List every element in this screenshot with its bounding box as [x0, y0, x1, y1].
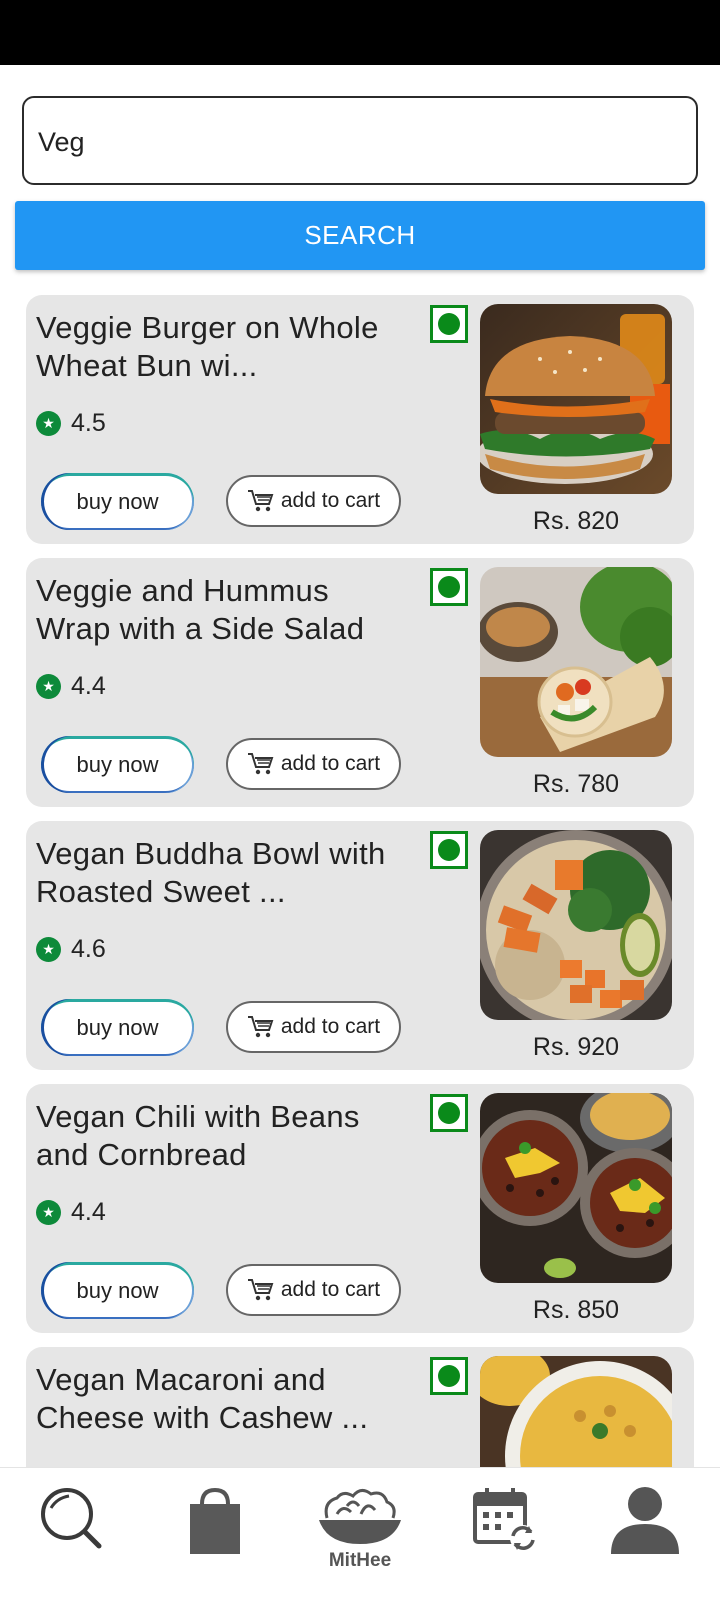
- rating: ★ 4.4: [36, 1198, 106, 1227]
- rating-value: 4.4: [71, 1198, 106, 1226]
- food-card[interactable]: Vegan Buddha Bowl with Roasted Sweet ...…: [26, 821, 694, 1070]
- food-title[interactable]: Veggie and Hummus Wrap with a Side Salad: [36, 572, 411, 648]
- nav-home-label: MitHee: [328, 1550, 392, 1571]
- food-title[interactable]: Vegan Chili with Beans and Cornbread: [36, 1098, 411, 1174]
- food-card[interactable]: Vegan Macaroni and Cheese with Cashew ..…: [26, 1347, 694, 1467]
- rating: ★ 4.6: [36, 935, 106, 964]
- bottom-navigation: MitHee: [0, 1467, 720, 1600]
- price: Rs. 920: [532, 1033, 620, 1061]
- food-card[interactable]: Veggie and Hummus Wrap with a Side Salad…: [26, 558, 694, 807]
- add-to-cart-button[interactable]: add to cart: [226, 738, 401, 790]
- star-icon: ★: [36, 937, 61, 962]
- cart-icon: [247, 1279, 274, 1301]
- cart-icon: [247, 1016, 274, 1038]
- add-to-cart-button[interactable]: add to cart: [226, 1264, 401, 1316]
- nav-subscriptions[interactable]: [455, 1484, 555, 1584]
- profile-icon: [611, 1487, 679, 1554]
- food-card[interactable]: Vegan Chili with Beans and Cornbread ★ 4…: [26, 1084, 694, 1333]
- status-bar: [0, 0, 720, 65]
- search-button[interactable]: SEARCH: [15, 201, 705, 270]
- mac-and-cheese-image[interactable]: [480, 1356, 672, 1467]
- star-icon: ★: [36, 674, 61, 699]
- calendar-refresh-icon: [473, 1488, 536, 1551]
- add-to-cart-button[interactable]: add to cart: [226, 1001, 401, 1053]
- nav-orders[interactable]: [165, 1484, 265, 1584]
- search-input[interactable]: [38, 116, 678, 168]
- rating-value: 4.4: [71, 672, 106, 700]
- veg-indicator-icon: [430, 1094, 468, 1132]
- add-to-cart-label: add to cart: [280, 1278, 381, 1301]
- veg-indicator-icon: [430, 831, 468, 869]
- veg-indicator-icon: [430, 568, 468, 606]
- add-to-cart-label: add to cart: [280, 489, 381, 512]
- search-icon: [41, 1488, 102, 1549]
- price: Rs. 850: [532, 1296, 620, 1324]
- food-title[interactable]: Vegan Buddha Bowl with Roasted Sweet ...: [36, 835, 411, 911]
- nav-profile[interactable]: [595, 1484, 695, 1584]
- veg-indicator-icon: [430, 1357, 468, 1395]
- rating-value: 4.5: [71, 409, 106, 437]
- price: Rs. 780: [532, 770, 620, 798]
- buy-now-button[interactable]: buy now: [41, 736, 194, 793]
- rating: ★ 4.4: [36, 672, 106, 701]
- veg-indicator-icon: [430, 305, 468, 343]
- food-title[interactable]: Veggie Burger on Whole Wheat Bun wi...: [36, 309, 411, 385]
- cart-icon: [247, 753, 274, 775]
- cart-icon: [247, 490, 274, 512]
- hummus-wrap-image[interactable]: [480, 567, 672, 757]
- buy-now-button[interactable]: buy now: [41, 473, 194, 530]
- rating: ★ 4.5: [36, 409, 106, 438]
- buy-now-button[interactable]: buy now: [41, 1262, 194, 1319]
- price: Rs. 820: [532, 507, 620, 535]
- veggie-burger-image[interactable]: [480, 304, 672, 494]
- vegan-chili-image[interactable]: [480, 1093, 672, 1283]
- buy-now-button[interactable]: buy now: [41, 999, 194, 1056]
- star-icon: ★: [36, 1200, 61, 1225]
- rating-value: 4.6: [71, 935, 106, 963]
- nav-home[interactable]: MitHee: [310, 1484, 410, 1584]
- nav-search[interactable]: [22, 1484, 122, 1584]
- add-to-cart-button[interactable]: add to cart: [226, 475, 401, 527]
- shopping-bag-icon: [190, 1487, 240, 1554]
- food-title[interactable]: Vegan Macaroni and Cheese with Cashew ..…: [36, 1361, 411, 1437]
- salad-bowl-icon: [319, 1489, 401, 1544]
- add-to-cart-label: add to cart: [280, 1015, 381, 1038]
- buddha-bowl-image[interactable]: [480, 830, 672, 1020]
- food-card[interactable]: Veggie Burger on Whole Wheat Bun wi... ★…: [26, 295, 694, 544]
- search-field[interactable]: [22, 96, 698, 185]
- star-icon: ★: [36, 411, 61, 436]
- food-list: Veggie Burger on Whole Wheat Bun wi... ★…: [26, 295, 694, 1467]
- add-to-cart-label: add to cart: [280, 752, 381, 775]
